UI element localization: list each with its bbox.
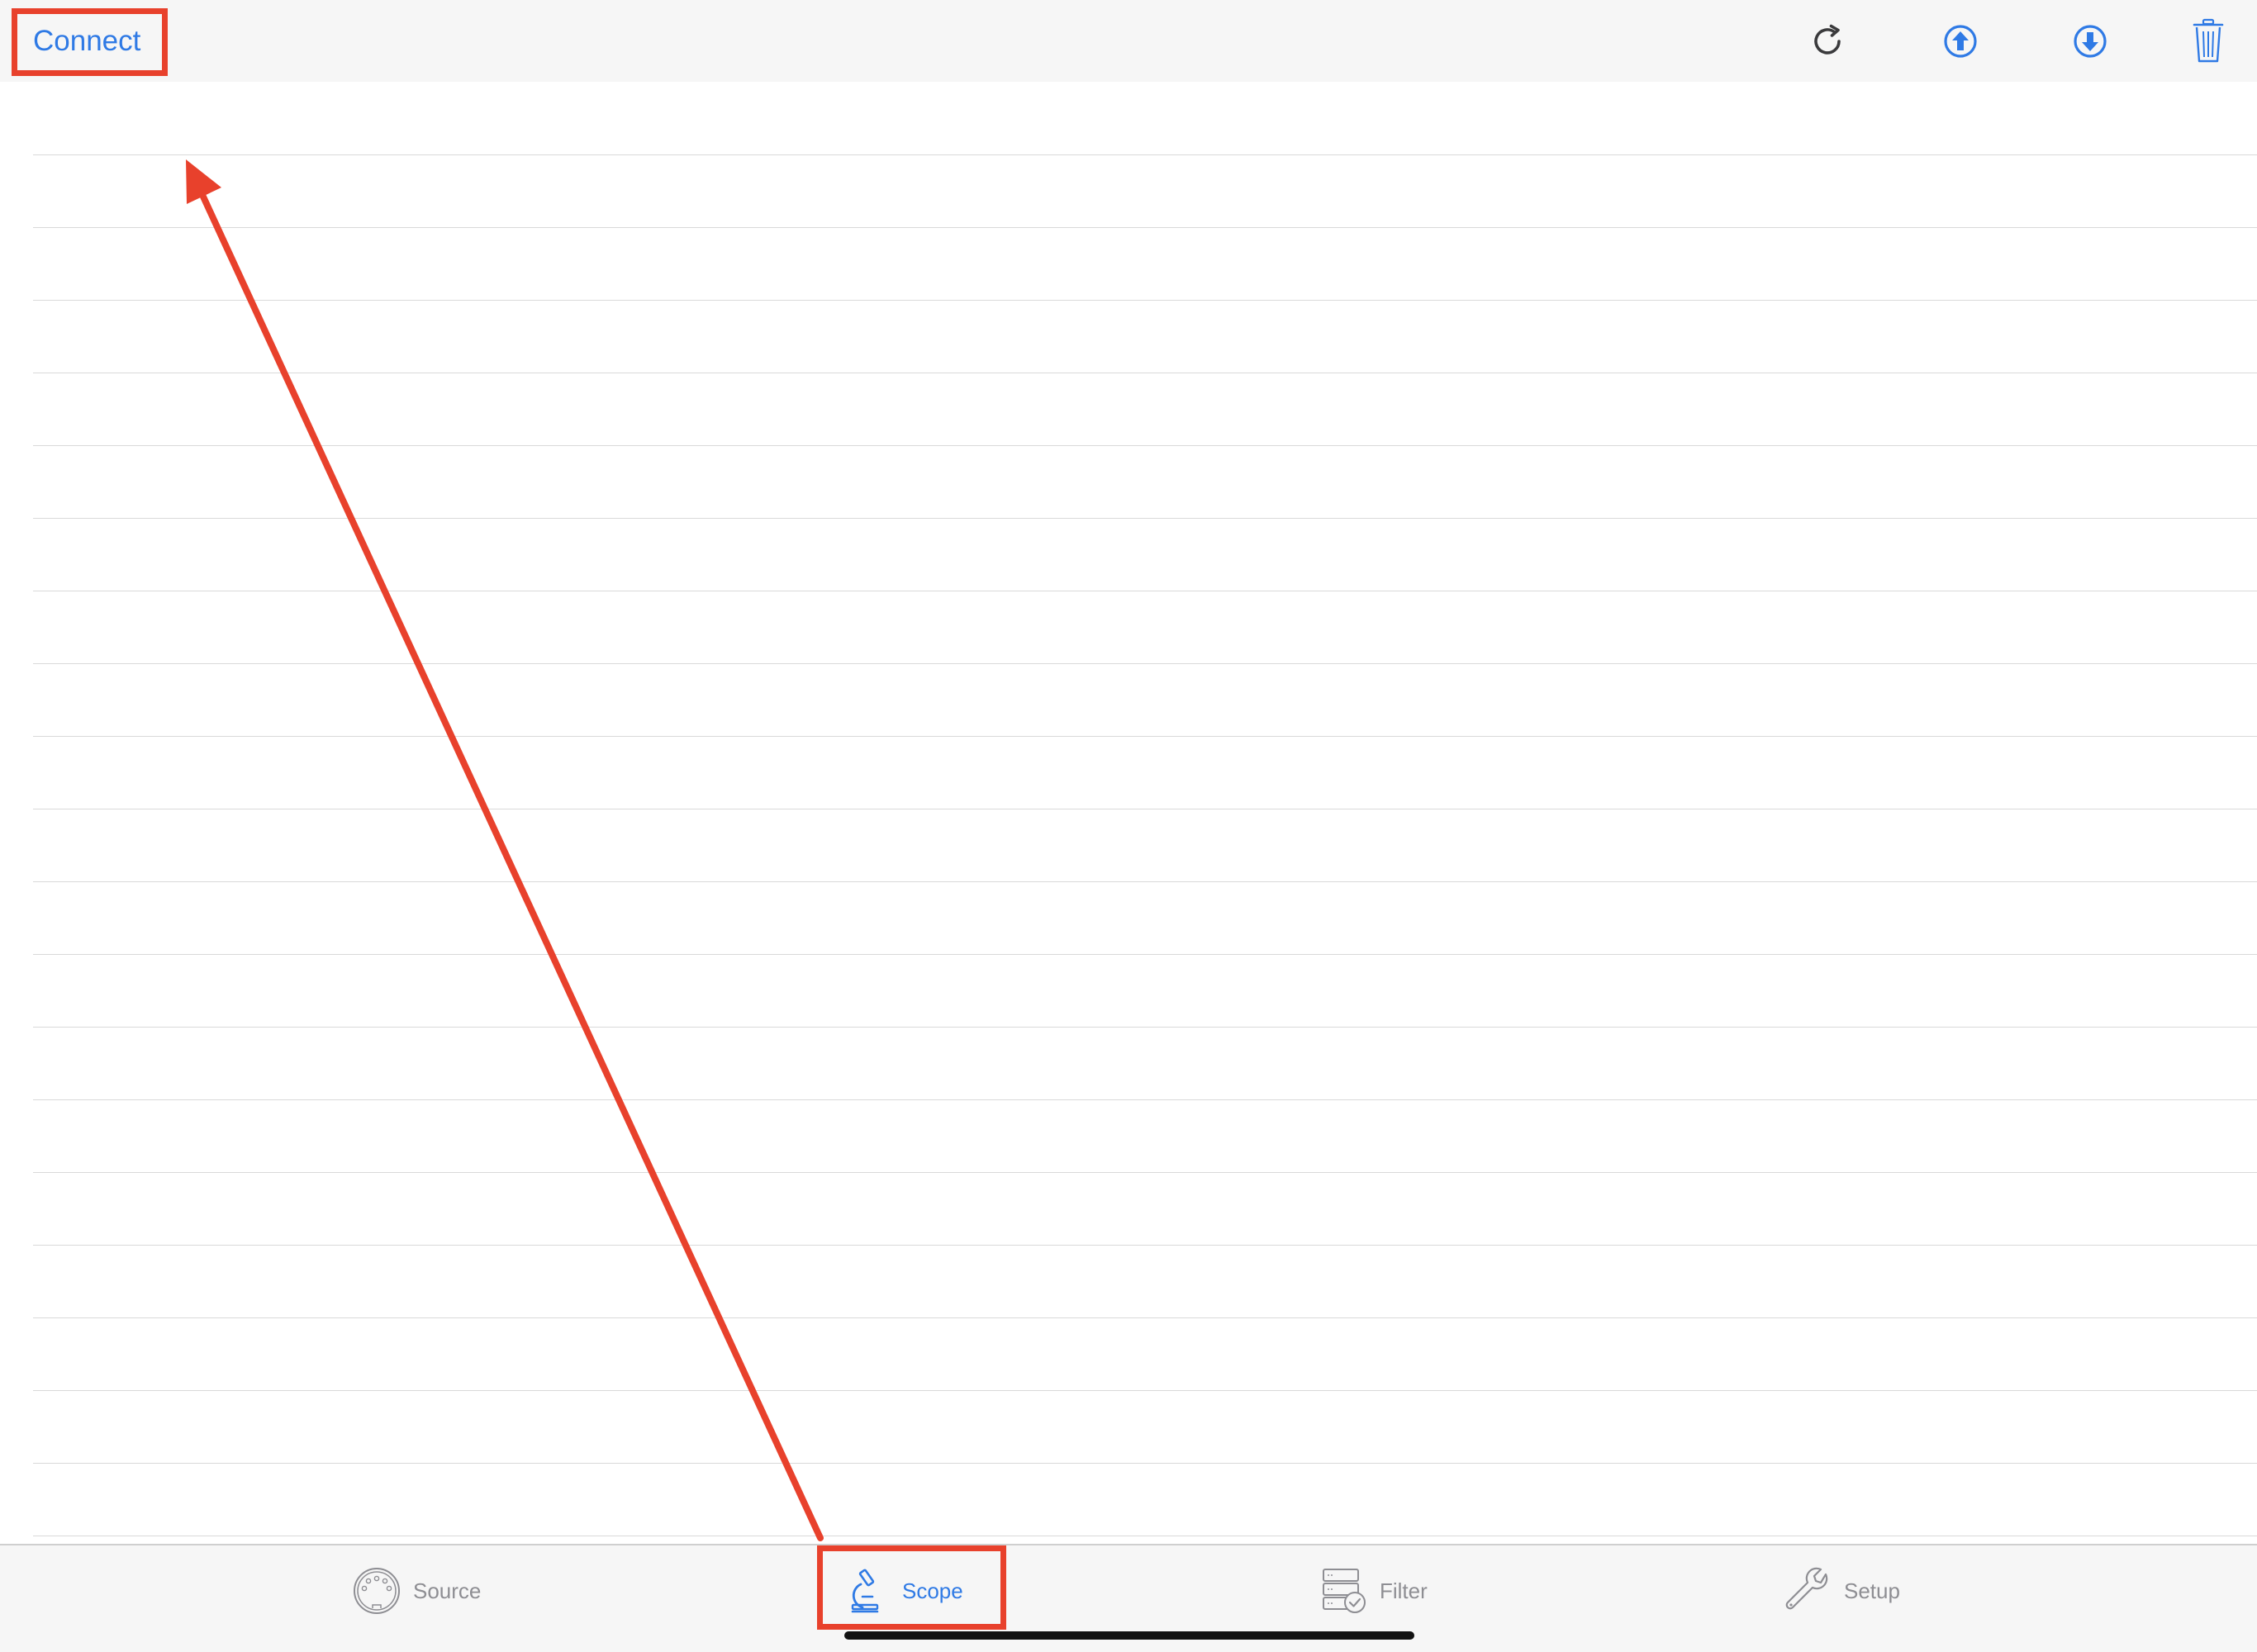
scope-tab-highlight-box	[817, 1545, 1006, 1630]
list-separator	[33, 736, 2257, 737]
tab-source[interactable]: Source	[352, 1562, 481, 1620]
list-separator	[33, 154, 2257, 155]
list-separator	[33, 1027, 2257, 1028]
list-separator	[33, 1245, 2257, 1246]
list-separator	[33, 1463, 2257, 1464]
list-separator	[33, 1172, 2257, 1173]
tab-source-label: Source	[413, 1578, 482, 1603]
tab-setup-label: Setup	[1844, 1578, 1900, 1603]
trash-icon[interactable]	[2183, 17, 2233, 66]
home-indicator	[844, 1631, 1414, 1640]
list-separator	[33, 300, 2257, 301]
list-separator	[33, 954, 2257, 955]
midi-port-icon	[352, 1566, 402, 1616]
scope-message-list[interactable]	[0, 82, 2257, 1544]
tab-filter-label: Filter	[1380, 1578, 1428, 1603]
refresh-icon[interactable]	[1803, 17, 1852, 66]
tab-bar: Source Scope Filter Setup	[0, 1544, 2257, 1652]
connect-highlight-box	[12, 8, 168, 76]
list-separator	[33, 518, 2257, 519]
tab-filter[interactable]: Filter	[1319, 1562, 1428, 1620]
filter-list-icon	[1319, 1566, 1368, 1616]
upload-icon[interactable]	[1936, 17, 1985, 66]
list-separator	[33, 1099, 2257, 1100]
app-window: Connect Source Scope Filter Setup	[0, 0, 2257, 1652]
list-separator	[33, 1317, 2257, 1318]
list-separator	[33, 663, 2257, 664]
list-separator	[33, 881, 2257, 882]
download-icon[interactable]	[2065, 17, 2115, 66]
navigation-bar: Connect	[0, 0, 2257, 82]
wrench-icon	[1783, 1566, 1832, 1616]
list-separator	[33, 445, 2257, 446]
list-separator	[33, 227, 2257, 228]
tab-setup[interactable]: Setup	[1783, 1562, 1900, 1620]
list-separator	[33, 1390, 2257, 1391]
